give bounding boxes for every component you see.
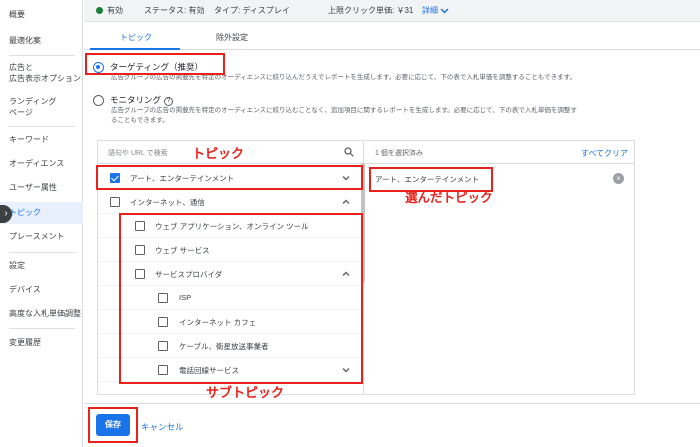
status-dot-icon (96, 7, 103, 14)
annotation-box-targeting (85, 53, 225, 75)
adgroup-status-bar: 有効 ステータス: 有効 タイプ: ディスプレイ 上限クリック単価: ￥31 詳… (84, 0, 700, 22)
sidebar-item-recommendations[interactable]: 最適化案 (9, 35, 41, 47)
sidebar-item-change-history[interactable]: 変更履歴 (9, 337, 41, 349)
sidebar-item-settings[interactable]: 設定 (9, 260, 25, 272)
sidebar-divider (9, 126, 75, 127)
status-label: ステータス: 有効 (144, 6, 205, 15)
sidebar-item-landing-page[interactable]: ページ (9, 107, 33, 119)
topic-checkbox[interactable] (110, 197, 120, 207)
tab-bar: トピック 除外設定 (84, 22, 700, 50)
help-icon[interactable]: ? (164, 97, 174, 106)
sidebar: 概要 最適化案 広告と 広告表示オプション ランディング ページ キーワード オ… (0, 0, 83, 447)
selected-count: 1 個を選択済み (375, 150, 423, 157)
sidebar-item-ads-extensions[interactable]: 広告表示オプション (9, 73, 81, 85)
sidebar-item-audiences[interactable]: オーディエンス (9, 158, 64, 170)
tab-active-indicator (90, 48, 180, 50)
tab-topics[interactable]: トピック (120, 32, 152, 43)
topic-label: インターネット、通信 (130, 198, 205, 207)
sidebar-item-placements[interactable]: プレースメント (9, 231, 65, 243)
remove-icon[interactable]: × (613, 173, 624, 184)
sidebar-item-overview[interactable]: 概要 (9, 9, 25, 21)
search-input[interactable]: 語句や URL で検索 (108, 148, 168, 158)
cancel-button[interactable]: キャンセル (141, 421, 184, 433)
monitoring-title: モニタリング (110, 95, 162, 105)
annotation-label-subtopic: サブトピック (206, 386, 285, 401)
type-label: タイプ: ディスプレイ (214, 6, 290, 15)
annotation-box-subtopics (119, 213, 363, 384)
selected-header: 1 個を選択済み すべてクリア (365, 141, 634, 164)
chevron-up-icon[interactable] (341, 197, 351, 207)
monitoring-radio[interactable] (93, 95, 104, 106)
tab-exclusions[interactable]: 除外設定 (216, 32, 248, 43)
clear-all-link[interactable]: すべてクリア (581, 148, 628, 159)
annotation-box-save (88, 407, 138, 443)
monitoring-title-wrap: モニタリング? (110, 94, 174, 106)
chevron-down-icon[interactable] (440, 7, 449, 15)
sidebar-item-bid-adjustments[interactable]: 高度な入札単価調整 (9, 308, 81, 320)
sidebar-divider (9, 328, 75, 329)
sidebar-item-demographics[interactable]: ユーザー属性 (9, 182, 57, 194)
status-text: 有効 (107, 6, 123, 15)
search-icon[interactable] (344, 147, 354, 157)
bid-label: 上限クリック単価: ￥31 (328, 6, 414, 15)
annotation-label-topic: トピック (192, 147, 245, 162)
sidebar-divider (9, 252, 75, 253)
annotation-box-topic (96, 165, 363, 190)
monitoring-description-line1: 広告グループの広告の掲載先を特定のオーディエンスに絞り込むことなく、追加項目に関… (111, 107, 577, 114)
sidebar-divider (9, 55, 75, 56)
sidebar-item-topics[interactable]: トピック (9, 207, 41, 219)
annotation-label-selected-topic: 選んだトピック (405, 190, 493, 205)
sidebar-item-keywords[interactable]: キーワード (9, 134, 49, 146)
topic-row[interactable]: インターネット、通信 (98, 190, 363, 214)
monitoring-description-line2: ることもできます。 (111, 117, 169, 124)
details-link[interactable]: 詳細 (422, 5, 438, 16)
sidebar-item-devices[interactable]: デバイス (9, 284, 41, 296)
